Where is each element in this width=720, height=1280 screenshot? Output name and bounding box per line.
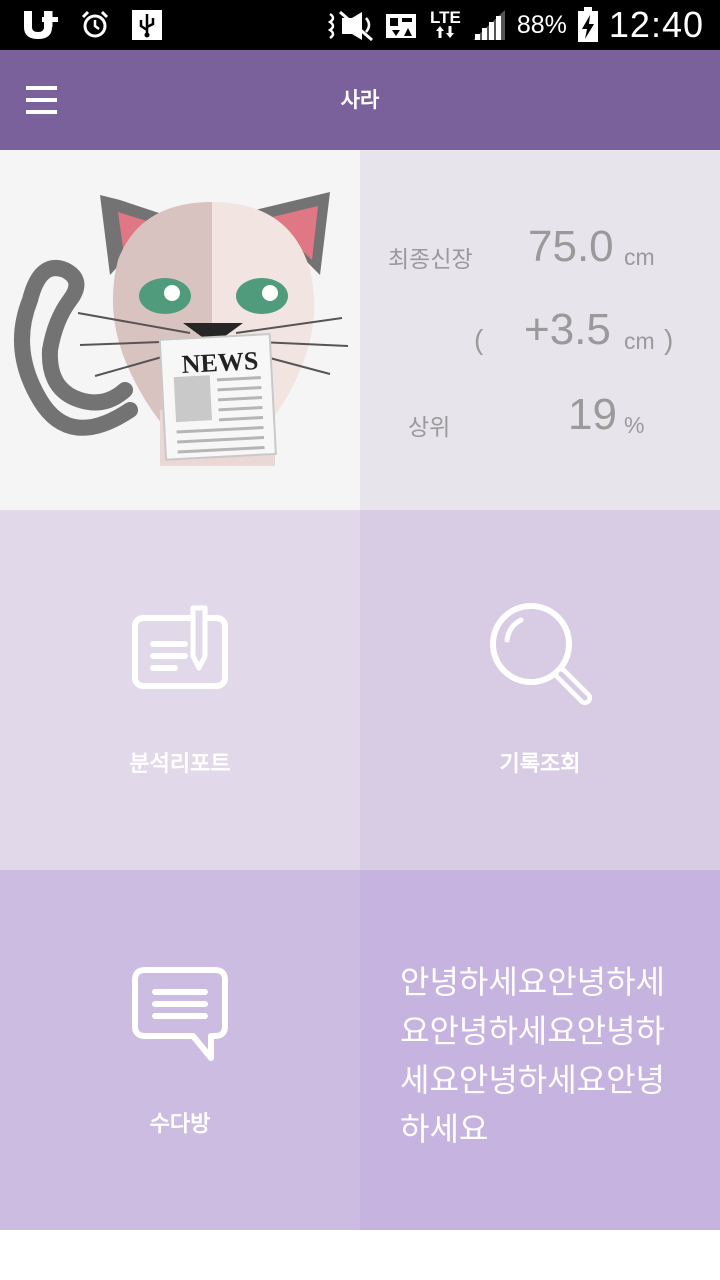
newspaper-label: NEWS xyxy=(180,346,259,379)
final-height-label: 최종신장 xyxy=(388,247,473,273)
mute-icon xyxy=(328,10,373,42)
cat-news-illustration xyxy=(14,192,349,466)
cat-news-illustration-tile: NEWS xyxy=(0,150,360,510)
final-height-unit: cm xyxy=(624,244,655,270)
lte-indicator: LTE xyxy=(430,7,461,41)
status-icons-left xyxy=(20,6,164,44)
clock-time: 12:40 xyxy=(608,4,704,45)
signal-icon xyxy=(472,10,505,40)
growth-stats-panel: 최종신장 75.0 cm ( +3.5 cm ) 상위 19 % xyxy=(360,150,720,510)
battery-percent: 88% xyxy=(516,10,567,39)
record-history-tile[interactable]: 기록조회 xyxy=(360,510,720,870)
hamburger-menu-icon[interactable] xyxy=(22,80,62,120)
rank-unit: % xyxy=(624,412,645,438)
chat-room-tile[interactable]: 수다방 xyxy=(0,870,360,1230)
u-plus-icon xyxy=(24,11,58,39)
battery-charging-icon xyxy=(577,7,598,42)
page-title: 사라 xyxy=(340,88,380,112)
growth-value: +3.5 xyxy=(524,305,611,354)
edit-document-icon xyxy=(132,605,228,689)
rank-label: 상위 xyxy=(408,415,451,441)
growth-paren-close: ) xyxy=(664,324,674,355)
record-history-label: 기록조회 xyxy=(499,752,581,777)
usb-icon xyxy=(132,10,162,40)
greeting-message-tile: 안녕하세요안녕하세요안녕하세요안녕하세요안녕하세요안녕하세요 xyxy=(360,870,720,1230)
greeting-message: 안녕하세요안녕하세요안녕하세요안녕하세요안녕하세요안녕하세요 xyxy=(400,963,665,1148)
chat-bubble-icon xyxy=(132,967,228,1061)
lte-arrows-icon xyxy=(436,25,455,38)
rank-value: 19 xyxy=(568,390,617,439)
growth-paren-open: ( xyxy=(474,324,484,355)
final-height-value: 75.0 xyxy=(528,222,614,271)
status-bar: LTE 88% 12:40 xyxy=(0,0,720,50)
alarm-icon xyxy=(81,10,109,38)
app-bar: 사라 xyxy=(0,50,720,150)
analysis-report-label: 분석리포트 xyxy=(129,752,231,777)
chat-room-label: 수다방 xyxy=(149,1112,211,1137)
growth-unit: cm xyxy=(624,328,655,354)
status-icons-right: LTE 88% 12:40 xyxy=(328,0,704,50)
analysis-report-tile[interactable]: 분석리포트 xyxy=(0,510,360,870)
search-icon xyxy=(490,603,592,705)
lte-label: LTE xyxy=(430,7,461,27)
data-saver-icon xyxy=(386,14,416,38)
bottom-blank-area xyxy=(0,1230,720,1280)
